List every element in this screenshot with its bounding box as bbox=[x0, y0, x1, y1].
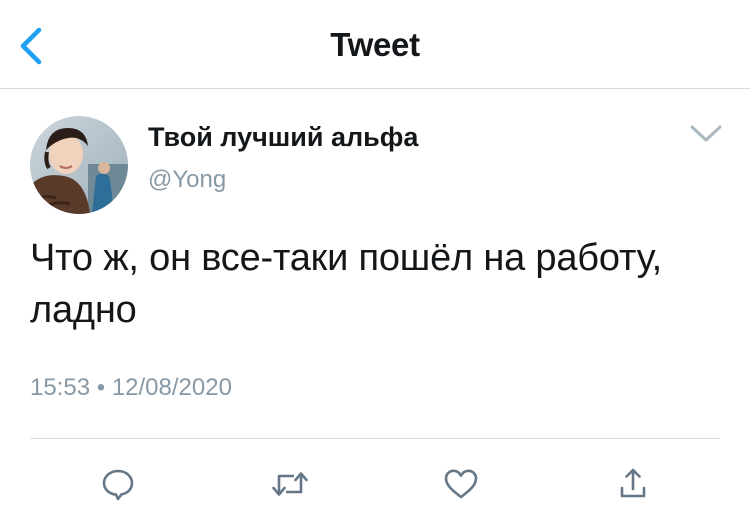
avatar[interactable] bbox=[30, 116, 128, 214]
tweet-text: Что ж, он все-таки пошёл на работу, ладн… bbox=[30, 237, 662, 331]
author-handle[interactable]: @Yong bbox=[148, 166, 226, 194]
meta-separator: • bbox=[96, 374, 106, 401]
like-icon bbox=[444, 469, 478, 499]
page-title: Tweet bbox=[330, 26, 420, 63]
share-button[interactable] bbox=[611, 462, 655, 506]
retweet-icon bbox=[272, 472, 308, 496]
tweet-date: 12/08/2020 bbox=[111, 374, 232, 401]
share-icon bbox=[620, 468, 646, 498]
like-button[interactable] bbox=[439, 462, 483, 506]
tweet-timestamp: 15:53 • 12/08/2020 bbox=[30, 374, 232, 402]
author-name[interactable]: Твой лучший альфа bbox=[148, 122, 418, 153]
chevron-down-icon bbox=[690, 125, 722, 142]
divider bbox=[30, 438, 720, 439]
more-options-button[interactable] bbox=[686, 118, 726, 148]
retweet-button[interactable] bbox=[268, 462, 312, 506]
tweet-time: 15:53 bbox=[30, 374, 91, 401]
reply-icon bbox=[102, 469, 134, 501]
navigation-bar: Tweet bbox=[0, 0, 750, 89]
reply-button[interactable] bbox=[96, 462, 140, 506]
avatar-photo bbox=[30, 116, 128, 214]
